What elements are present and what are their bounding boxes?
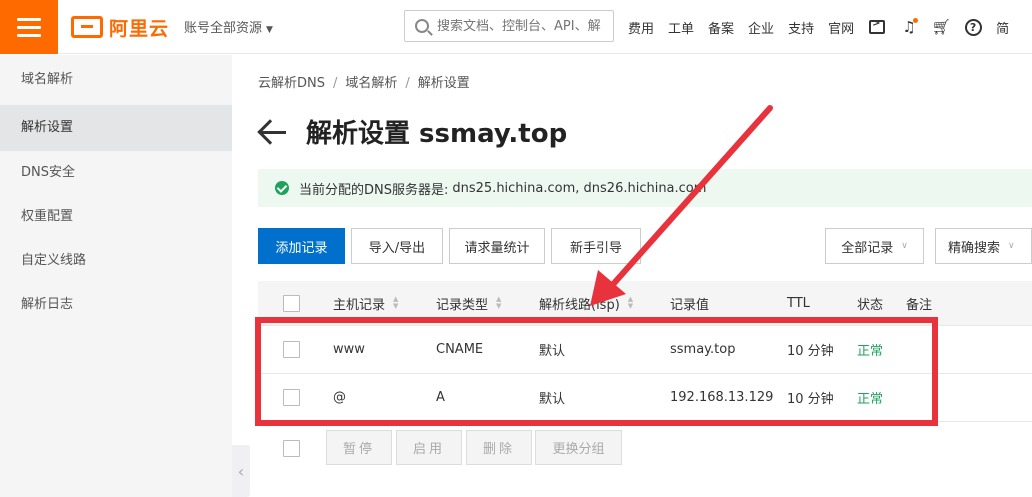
dns-alert-value: dns25.hichina.com, dns26.hichina.com <box>452 180 707 196</box>
top-bar: 阿里云 账号全部资源▼ 费用 工单 备案 企业 支持 官网 ♫ 🛒︎ ? 简 <box>0 0 1032 54</box>
logo-text: 阿里云 <box>109 17 170 40</box>
title-row: 解析设置 ssmay.top <box>258 113 567 150</box>
account-resources-dropdown[interactable]: 账号全部资源 ▼ <box>184 17 273 36</box>
sidebar-item-custom-lines[interactable]: 自定义线路 <box>0 239 232 283</box>
record-filter-dropdown[interactable]: 全部记录 ∨ <box>825 228 924 264</box>
record-toolbar: 添加记录 导入/导出 请求量统计 新手引导 全部记录 ∨ 精确搜索 ∨ <box>258 228 1032 264</box>
change-group-button[interactable]: 更换分组 <box>535 430 622 465</box>
precise-search-label: 精确搜索 <box>948 240 1001 256</box>
breadcrumb-item[interactable]: 域名解析 <box>345 76 397 91</box>
batch-select-checkbox[interactable] <box>283 439 300 457</box>
aliyun-logo[interactable]: 阿里云 <box>71 13 169 41</box>
import-export-button[interactable]: 导入/导出 <box>351 228 443 264</box>
nav-enterprise[interactable]: 企业 <box>748 18 774 37</box>
page-title: 解析设置 ssmay.top <box>306 119 568 149</box>
precise-search-dropdown[interactable]: 精确搜索 ∨ <box>935 228 1032 264</box>
batch-actions: 暂停 启用 删除 更换分组 <box>258 430 1032 466</box>
cart-icon[interactable]: 🛒︎ <box>932 18 951 36</box>
chevron-down-icon: ∨ <box>901 241 908 251</box>
delete-button[interactable]: 删除 <box>466 430 532 465</box>
check-circle-icon <box>275 181 289 195</box>
col-type-label: 记录类型 <box>436 297 489 313</box>
terminal-icon[interactable] <box>868 18 886 36</box>
breadcrumb-separator: / <box>333 76 338 91</box>
language-switch[interactable]: 简 <box>996 18 1009 37</box>
breadcrumb-item[interactable]: 云解析DNS <box>258 76 325 91</box>
nav-tickets[interactable]: 工单 <box>668 18 694 37</box>
nav-official-site[interactable]: 官网 <box>828 18 854 37</box>
top-nav: 费用 工单 备案 企业 支持 官网 ♫ 🛒︎ ? 简 <box>628 0 1009 54</box>
nav-billing[interactable]: 费用 <box>628 18 654 37</box>
record-filter-label: 全部记录 <box>841 240 894 256</box>
sidebar: 域名解析 解析设置 DNS安全 权重配置 自定义线路 解析日志 <box>0 55 232 497</box>
add-record-button[interactable]: 添加记录 <box>258 228 345 264</box>
guide-button[interactable]: 新手引导 <box>551 228 641 264</box>
breadcrumb-separator: / <box>405 76 410 91</box>
sidebar-item-dns-security[interactable]: DNS安全 <box>0 151 232 195</box>
bell-icon[interactable]: ♫ <box>900 18 919 36</box>
sidebar-item-domain-resolution[interactable]: 域名解析 <box>0 55 232 105</box>
help-icon[interactable]: ? <box>964 18 982 36</box>
sidebar-item-weight-config[interactable]: 权重配置 <box>0 195 232 239</box>
sidebar-collapse-icon[interactable]: ‹ <box>232 445 250 497</box>
sort-icon[interactable]: ▲ ▼ <box>393 296 398 310</box>
sidebar-item-resolution-logs[interactable]: 解析日志 <box>0 283 232 327</box>
request-stats-button[interactable]: 请求量统计 <box>449 228 545 264</box>
sort-icon[interactable]: ▲ ▼ <box>628 296 633 310</box>
dns-alert-label: 当前分配的DNS服务器是: <box>299 182 449 198</box>
annotation-highlight-box <box>255 317 938 426</box>
nav-icp[interactable]: 备案 <box>708 18 734 37</box>
col-host-label: 主机记录 <box>333 297 386 313</box>
account-label: 账号全部资源 <box>184 21 263 36</box>
pause-button[interactable]: 暂停 <box>326 430 392 465</box>
col-line-label: 解析线路(isp) <box>539 297 620 313</box>
sort-icon[interactable]: ▲ ▼ <box>496 296 501 310</box>
nav-support[interactable]: 支持 <box>788 18 814 37</box>
back-arrow-icon[interactable] <box>258 117 288 147</box>
search-icon <box>415 19 429 33</box>
breadcrumb: 云解析DNS / 域名解析 / 解析设置 <box>258 72 470 91</box>
logo-mark-icon <box>71 16 103 38</box>
menu-icon[interactable] <box>0 0 58 54</box>
sidebar-item-resolution-settings[interactable]: 解析设置 <box>0 105 232 151</box>
caret-down-icon: ▼ <box>266 25 273 35</box>
enable-button[interactable]: 启用 <box>396 430 462 465</box>
dns-server-alert: 当前分配的DNS服务器是: dns25.hichina.com, dns26.h… <box>258 169 1032 207</box>
select-all-checkbox[interactable] <box>283 294 300 312</box>
breadcrumb-item: 解析设置 <box>417 76 470 91</box>
search-input[interactable] <box>437 18 602 34</box>
global-search[interactable] <box>404 10 614 42</box>
batch-select-cell <box>283 430 300 466</box>
chevron-down-icon: ∨ <box>1008 241 1015 251</box>
